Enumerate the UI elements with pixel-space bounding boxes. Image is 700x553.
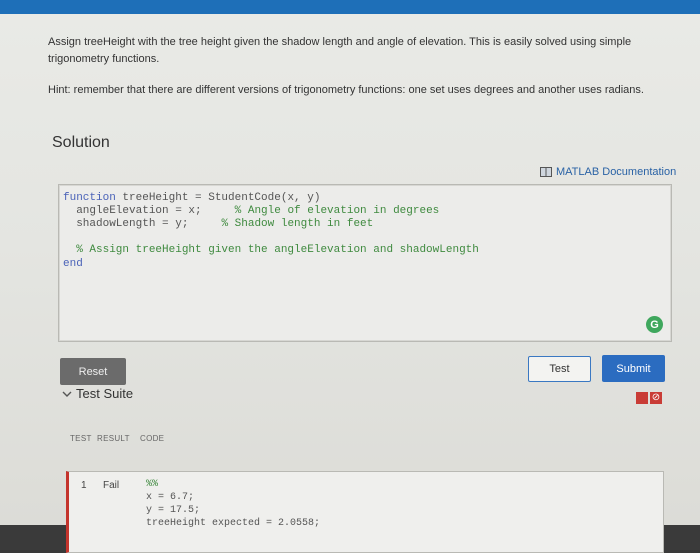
code-editor[interactable]: function treeHeight = StudentCode(x, y) … [58,184,672,342]
grammarly-icon[interactable]: G [646,316,663,333]
solution-title: Solution [52,134,110,151]
chevron-down-icon [62,386,72,401]
matlab-documentation-link[interactable]: MATLAB Documentation [540,166,676,178]
column-code: CODE [140,434,165,443]
code-line-2: angleElevation = x; % Angle of elevation… [63,205,440,217]
test-code: %% x = 6.7; y = 17.5; treeHeight expecte… [146,479,321,529]
reset-button[interactable]: Reset [60,358,126,385]
test-suite-title: Test Suite [76,386,134,401]
code-line-6: end [63,258,83,270]
table-row: 1 Fail %% x = 6.7; y = 17.5; treeHeight … [66,471,664,553]
test-button[interactable]: Test [528,356,591,382]
code-line-3: shadowLength = y; % Shadow length in fee… [63,218,374,230]
submit-button[interactable]: Submit [602,355,665,382]
fail-circle-slash-icon: ⊘ [650,392,662,404]
problem-page: Assign treeHeight with the tree height g… [0,14,700,553]
test-number: 1 [81,480,87,491]
fail-square-icon [636,392,648,404]
test-result: Fail [103,480,120,491]
book-icon [540,167,552,177]
code-line-1: function treeHeight = StudentCode(x, y) [63,192,321,204]
column-result: RESULT [97,434,130,443]
test-suite-toggle[interactable]: Test Suite [62,386,133,401]
problem-hint: Hint: remember that there are different … [48,84,644,96]
column-test: TEST [70,434,92,443]
doc-link-label: MATLAB Documentation [556,166,677,178]
problem-description: Assign treeHeight with the tree height g… [48,36,632,65]
code-line-5: % Assign treeHeight given the angleEleva… [63,244,479,256]
fail-status-indicator: ⊘ [636,392,662,404]
